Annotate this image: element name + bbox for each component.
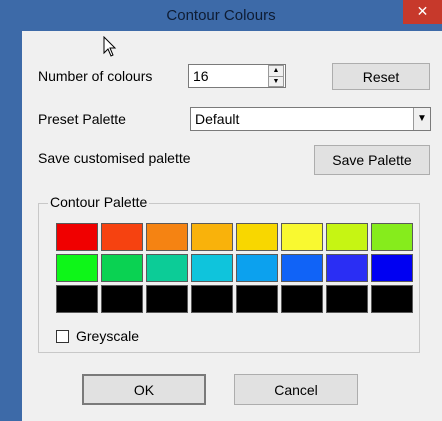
ok-button[interactable]: OK — [82, 374, 206, 405]
colour-swatch[interactable] — [191, 285, 233, 313]
colour-swatch[interactable] — [281, 223, 323, 251]
colour-swatch[interactable] — [236, 254, 278, 282]
colour-swatch[interactable] — [56, 223, 98, 251]
colour-swatch[interactable] — [101, 223, 143, 251]
colour-swatch[interactable] — [146, 223, 188, 251]
greyscale-checkbox[interactable] — [56, 330, 69, 343]
reset-button[interactable]: Reset — [332, 63, 430, 90]
colour-swatch[interactable] — [236, 223, 278, 251]
spin-up-icon[interactable]: ▲ — [269, 66, 283, 76]
colour-swatch[interactable] — [101, 254, 143, 282]
colour-swatch[interactable] — [326, 254, 368, 282]
mouse-cursor-icon — [103, 36, 117, 57]
colour-swatch[interactable] — [326, 285, 368, 313]
preset-palette-value: Default — [195, 111, 240, 127]
colour-swatch[interactable] — [191, 254, 233, 282]
colour-swatch[interactable] — [146, 254, 188, 282]
colour-swatch[interactable] — [281, 285, 323, 313]
colour-swatch[interactable] — [371, 223, 413, 251]
colour-swatch[interactable] — [146, 285, 188, 313]
save-customised-label: Save customised palette — [38, 150, 191, 166]
colour-swatch[interactable] — [56, 285, 98, 313]
preset-palette-select[interactable]: Default ▼ — [190, 107, 431, 131]
window-title: Contour Colours — [166, 7, 276, 24]
contour-colours-dialog: Contour Colours ✕ Number of colours 16 ▲… — [0, 0, 442, 421]
chevron-down-icon[interactable]: ▼ — [413, 108, 430, 130]
spin-down-icon[interactable]: ▼ — [269, 76, 283, 87]
close-button[interactable]: ✕ — [403, 0, 442, 24]
num-colours-spinner[interactable]: ▲ ▼ — [268, 65, 284, 87]
colour-swatch[interactable] — [326, 223, 368, 251]
num-colours-label: Number of colours — [38, 68, 153, 84]
cancel-button[interactable]: Cancel — [234, 374, 358, 405]
num-colours-value: 16 — [193, 68, 209, 84]
title-bar[interactable]: Contour Colours ✕ — [0, 0, 442, 31]
preset-palette-label: Preset Palette — [38, 111, 126, 127]
colour-swatch[interactable] — [371, 254, 413, 282]
colour-swatch[interactable] — [371, 285, 413, 313]
close-icon: ✕ — [416, 3, 429, 19]
colour-swatch[interactable] — [281, 254, 323, 282]
colour-swatch[interactable] — [101, 285, 143, 313]
greyscale-label: Greyscale — [76, 328, 140, 344]
contour-palette-title: Contour Palette — [48, 194, 150, 210]
dialog-body: Number of colours 16 ▲ ▼ Reset Preset Pa… — [22, 31, 442, 421]
colour-swatch[interactable] — [191, 223, 233, 251]
colour-swatch[interactable] — [236, 285, 278, 313]
colour-swatch[interactable] — [56, 254, 98, 282]
save-palette-button[interactable]: Save Palette — [314, 145, 430, 175]
